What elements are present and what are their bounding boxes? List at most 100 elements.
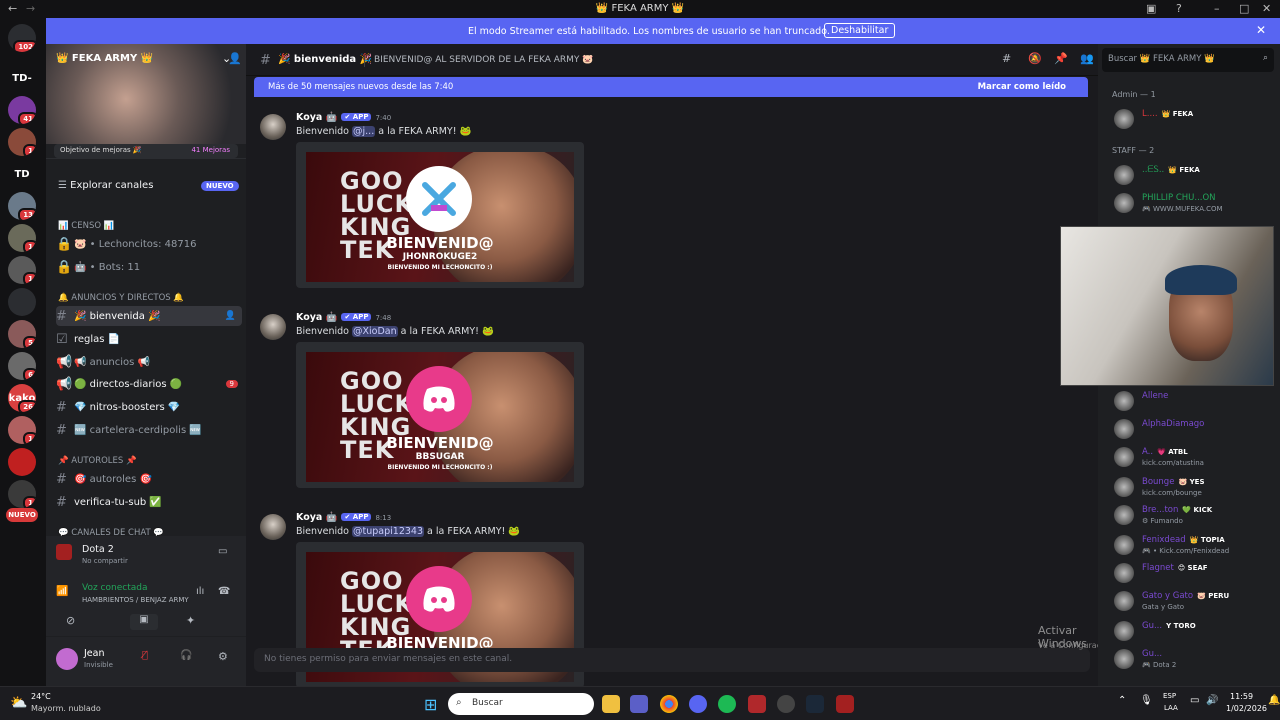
voice-status[interactable]: Voz conectada xyxy=(82,583,147,593)
channel-verifica[interactable]: # verifica-tu-sub ✅ xyxy=(56,492,242,512)
close-banner-icon[interactable]: ✕ xyxy=(1256,23,1266,37)
channel-directos-diarios[interactable]: 📢 🟢 directos-diarios 🟢 9 xyxy=(56,374,242,394)
member-item[interactable]: Bre...ton 💚 KICK ⚙ Fumando xyxy=(1110,502,1278,528)
author-name[interactable]: Koya 🤖 ✔ APP 7:40 xyxy=(296,112,391,123)
server-icon[interactable]: 1 xyxy=(8,256,36,284)
server-icon[interactable]: 5 xyxy=(8,320,36,348)
server-icon[interactable] xyxy=(8,288,36,316)
invite-icon[interactable]: 👤 xyxy=(228,52,242,65)
notifications-icon[interactable]: 🔕 xyxy=(1028,52,1042,65)
taskbar-search[interactable]: ⌕ Buscar xyxy=(448,693,594,715)
chrome-icon[interactable] xyxy=(660,695,678,713)
noise-icon[interactable]: ılı xyxy=(196,586,204,597)
add-member-icon[interactable]: 👤 xyxy=(225,311,236,321)
channel-lechoncitos[interactable]: 🔒 🐷 • Lechoncitos: 48716 xyxy=(56,234,242,254)
author-name[interactable]: Koya 🤖 ✔ APP 7:48 xyxy=(296,312,391,323)
server-icon[interactable]: 41 xyxy=(8,96,36,124)
member-item[interactable]: A.. 💗 ATBL kick.com/atustina xyxy=(1110,444,1278,470)
spotify-icon[interactable] xyxy=(718,695,736,713)
server-icon[interactable]: 6 xyxy=(8,352,36,380)
minimize-icon[interactable]: – xyxy=(1214,2,1220,15)
author-name[interactable]: Koya 🤖 ✔ APP 8:13 xyxy=(296,512,391,523)
member-item[interactable]: Gu... Y TORO xyxy=(1110,618,1278,644)
member-item[interactable]: Fenixdead 👑 TOPIA 🎮 • Kick.com/Fenixdead xyxy=(1110,532,1278,558)
server-icon[interactable]: NUEVO xyxy=(6,508,38,522)
member-item[interactable]: ..ᗴᏚ.. 👑 FEKA xyxy=(1110,162,1278,188)
user-mention[interactable]: @j... xyxy=(352,126,376,137)
steam-icon[interactable] xyxy=(806,695,824,713)
boost-goal-bar[interactable]: Objetivo de mejoras 🎉 41 Mejoras xyxy=(54,144,238,158)
mute-icon[interactable]: 🎙̸ xyxy=(142,650,148,661)
lang-code[interactable]: ESP xyxy=(1163,692,1176,700)
channel-nitros-boosters[interactable]: # 💎 nitros-boosters 💎 xyxy=(56,397,242,417)
explorer-icon[interactable] xyxy=(602,695,620,713)
start-icon[interactable]: ⊞ xyxy=(424,695,437,714)
notification-icon[interactable]: 🔔 xyxy=(1268,695,1280,706)
category-autoroles[interactable]: 📌 AUTOROLES 📌 xyxy=(58,456,137,466)
capcut-icon[interactable] xyxy=(748,695,766,713)
video-off-icon[interactable]: ⊘ xyxy=(66,614,75,627)
search-box[interactable]: Buscar 👑 FEKA ARMY 👑 ⌕ xyxy=(1102,48,1274,72)
avatar[interactable] xyxy=(260,314,286,340)
member-item[interactable]: Gu... 🎮 Dota 2 xyxy=(1110,646,1278,672)
channel-cartelera[interactable]: # 🆕 cartelera-cerdipolis 🆕 xyxy=(56,420,242,440)
avatar[interactable] xyxy=(260,114,286,140)
activities-icon[interactable]: ✦ xyxy=(186,614,195,627)
channel-bienvenida[interactable]: # 🎉 bienvenida 🎉 👤 xyxy=(56,306,242,326)
inbox-icon[interactable]: ▣ xyxy=(1146,2,1156,15)
network-icon[interactable]: ▭ xyxy=(1190,695,1199,706)
maximize-icon[interactable]: □ xyxy=(1239,2,1249,15)
screenshare-icon[interactable]: ▣ xyxy=(130,614,158,630)
channel-autoroles[interactable]: # 🎯 autoroles 🎯 xyxy=(56,469,242,489)
server-icon[interactable]: 1 xyxy=(8,416,36,444)
welcome-embed[interactable]: GOO LUCK KING TEK BIENVENID@ BBSUGAR BIENVENID… xyxy=(296,342,584,488)
server-icon[interactable]: kako 26 xyxy=(8,384,36,412)
discord-taskbar-icon[interactable] xyxy=(689,695,707,713)
avatar[interactable] xyxy=(260,514,286,540)
channel-anuncios[interactable]: 📢 📢 anuncios 📢 xyxy=(56,352,242,372)
deafen-icon[interactable]: 🎧 xyxy=(180,650,192,661)
new-messages-bar[interactable]: Más de 50 mensajes nuevos desde las 7:40… xyxy=(254,77,1088,97)
channel-reglas[interactable]: ☑ reglas 📄 xyxy=(56,329,242,349)
server-icon[interactable]: 13 xyxy=(8,192,36,220)
gear-icon[interactable]: ⚙ xyxy=(218,650,228,663)
channel-topic[interactable]: BIENVENID@ AL SERVIDOR DE LA FEKA ARMY 🐷 xyxy=(374,55,593,65)
member-item[interactable]: Bounge 🐷 YES kick.com/bounge xyxy=(1110,474,1278,500)
tray-chevron-icon[interactable]: ⌃ xyxy=(1118,695,1126,706)
server-icon[interactable]: 1 xyxy=(8,128,36,156)
weather-icon[interactable]: ⛅ xyxy=(10,695,27,711)
members-icon[interactable]: 👥 xyxy=(1080,52,1094,65)
category-censo[interactable]: 📊 CENSO 📊 xyxy=(58,221,114,231)
category-anuncios[interactable]: 🔔 ANUNCIOS Y DIRECTOS 🔔 xyxy=(58,293,184,303)
search-input[interactable]: Buscar 👑 FEKA ARMY 👑 xyxy=(1108,54,1215,64)
disable-streamer-button[interactable]: Deshabilitar xyxy=(824,23,896,38)
dota-taskbar-icon[interactable] xyxy=(836,695,854,713)
mark-read-button[interactable]: Marcar como leído xyxy=(978,82,1066,92)
server-icon[interactable]: TD xyxy=(8,160,36,188)
help-icon[interactable]: ? xyxy=(1176,2,1182,15)
obs-icon[interactable] xyxy=(777,695,795,713)
member-item[interactable]: AlphaDiamago xyxy=(1110,416,1278,442)
welcome-embed[interactable]: GOO LUCK KING TEK BIENVENID@ JHONROKUGE2 BIENV… xyxy=(296,142,584,288)
share-screen-icon[interactable]: ▭ xyxy=(218,546,227,557)
server-icon[interactable]: 1 xyxy=(8,480,36,508)
member-item[interactable]: PHILLIP CHU...ON 🎮 WWW.MUFEKA.COM xyxy=(1110,190,1278,216)
avatar[interactable] xyxy=(56,648,78,670)
server-name[interactable]: 👑 FEKA ARMY 👑 xyxy=(56,53,153,64)
explore-channels-button[interactable]: ☰ Explorar canales xyxy=(58,180,153,191)
mic-icon[interactable]: 🎙 xyxy=(1140,695,1153,706)
volume-icon[interactable]: 🔊 xyxy=(1206,695,1218,706)
user-mention[interactable]: @tupapi12343 xyxy=(352,526,425,537)
pin-icon[interactable]: 📌 xyxy=(1054,52,1068,65)
server-icon[interactable]: 102 xyxy=(8,24,36,52)
server-icon[interactable]: 1 xyxy=(8,224,36,252)
server-icon[interactable]: TD- xyxy=(8,64,36,92)
channel-bots[interactable]: 🔒 🤖 • Bots: 11 xyxy=(56,257,242,277)
server-icon[interactable] xyxy=(8,448,36,476)
close-window-icon[interactable]: ✕ xyxy=(1262,2,1271,15)
user-mention[interactable]: @XioDan xyxy=(352,326,398,337)
clock-time[interactable]: 11:59 xyxy=(1230,692,1253,701)
disconnect-icon[interactable]: ☎ xyxy=(218,586,230,597)
member-item[interactable]: Flagnet 😊 SEAF xyxy=(1110,560,1278,586)
threads-icon[interactable]: # xyxy=(1002,52,1011,65)
